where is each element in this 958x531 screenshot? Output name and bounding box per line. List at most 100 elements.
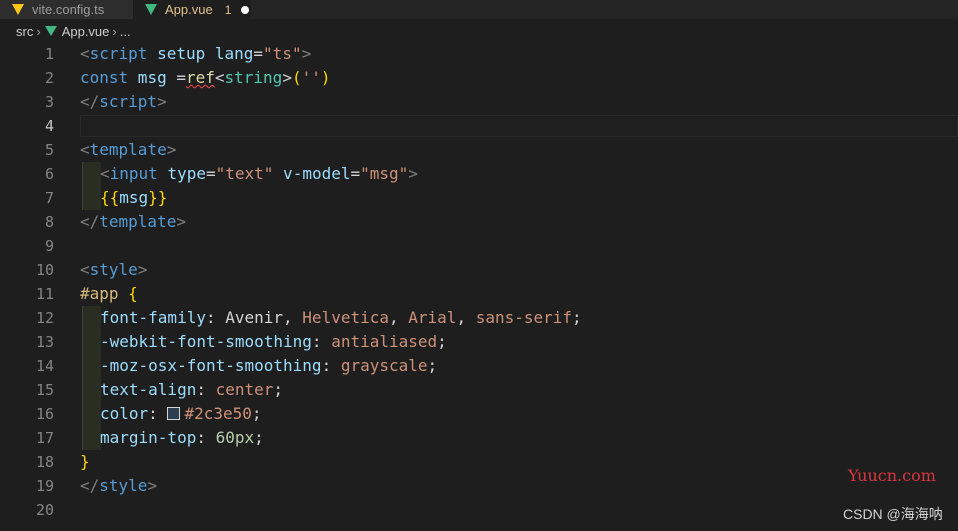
indent-guide: [82, 306, 101, 450]
unsaved-dot-icon[interactable]: [241, 5, 250, 14]
token: :: [205, 308, 226, 327]
code-line-14: -moz-osx-font-smoothing: grayscale;: [100, 354, 437, 378]
vite-icon: [12, 4, 24, 15]
token: >: [176, 212, 186, 231]
code-line-2: const msg =ref<string>(''): [80, 66, 331, 90]
token: ): [320, 68, 331, 87]
token: >: [282, 68, 292, 87]
token: <: [214, 68, 225, 87]
code-line-18: }: [80, 450, 90, 474]
token: grayscale: [340, 356, 428, 375]
token: style: [99, 476, 148, 495]
code-line-13: -webkit-font-smoothing: antialiased;: [100, 330, 447, 354]
token: >: [301, 44, 312, 63]
code-line-17: margin-top: 60px;: [100, 426, 264, 450]
token: input: [109, 164, 158, 183]
token: :: [148, 404, 168, 423]
code-line-16: color: #2c3e50;: [100, 402, 262, 426]
line-number: 11: [35, 285, 54, 303]
code-line-1: <script setup lang="ts">: [80, 42, 311, 66]
token: =: [166, 68, 186, 87]
token: "text": [215, 164, 274, 183]
token: type: [157, 164, 206, 183]
token: const: [80, 68, 129, 87]
token: :: [321, 356, 341, 375]
token: =: [350, 164, 361, 183]
token: ;: [572, 308, 582, 327]
code-line-5: <template>: [80, 138, 176, 162]
token: lang: [205, 44, 254, 63]
token: 60px: [215, 428, 255, 447]
token: -webkit-font-smoothing: [100, 332, 312, 351]
token: </: [80, 92, 100, 111]
token: :: [196, 380, 216, 399]
token: :: [311, 332, 332, 351]
token: :: [196, 428, 216, 447]
line-number: 1: [44, 45, 54, 63]
token: ;: [427, 356, 438, 375]
token: -moz-osx-font-smoothing: [100, 356, 322, 375]
token: <: [100, 164, 110, 183]
line-number: 4: [44, 117, 54, 135]
token: #app: [80, 284, 119, 303]
token: Helvetica: [302, 308, 389, 327]
watermark-site: Yuucn.com: [848, 466, 936, 485]
code-line-19: </style>: [80, 474, 157, 498]
token: >: [408, 164, 418, 183]
line-number: 13: [35, 333, 54, 351]
token: string: [224, 68, 283, 87]
breadcrumb-symbols[interactable]: ...: [120, 24, 131, 39]
token: Avenir: [225, 308, 284, 327]
vue-icon: [145, 4, 157, 15]
code-line-6: <input type="text" v-model="msg">: [100, 162, 418, 186]
vue-icon: [44, 26, 57, 36]
token: center: [215, 380, 274, 399]
watermark-credit: CSDN @海海呐: [843, 506, 943, 522]
token: <: [80, 140, 90, 159]
token: Arial: [408, 308, 457, 327]
code-line-3: </script>: [80, 90, 167, 114]
token: color: [100, 404, 149, 423]
token: (: [291, 68, 302, 87]
token: </: [80, 476, 100, 495]
token: style: [89, 260, 138, 279]
code-line-11: #app {: [80, 282, 138, 306]
tab-vite-config[interactable]: vite.config.ts: [0, 0, 133, 19]
indent-guide: [82, 162, 101, 210]
color-swatch-icon[interactable]: [167, 407, 181, 420]
token: v-model: [273, 164, 351, 183]
tab-app-vue[interactable]: App.vue 1: [133, 0, 251, 19]
token: #2c3e50: [184, 404, 252, 423]
code-line-8: </template>: [80, 210, 186, 234]
tab-label: App.vue: [165, 2, 213, 17]
token: =: [253, 44, 264, 63]
token: script: [99, 92, 158, 111]
problem-count-badge: 1: [224, 2, 232, 17]
line-number: 10: [35, 261, 54, 279]
line-number: 20: [35, 501, 54, 519]
token: =: [205, 164, 216, 183]
token: {{: [100, 188, 120, 207]
line-number: 9: [44, 237, 54, 255]
breadcrumb-file[interactable]: App.vue: [62, 24, 110, 39]
error-token[interactable]: ref: [186, 68, 215, 87]
line-number: 3: [44, 93, 54, 111]
breadcrumb-folder[interactable]: src: [16, 24, 33, 39]
token: msg: [128, 68, 167, 87]
token: "ts": [263, 44, 302, 63]
token: <: [80, 44, 90, 63]
breadcrumb: src › App.vue › ...: [0, 19, 958, 43]
line-number: 6: [44, 165, 54, 183]
code-editor[interactable]: 1 2 3 4 5 6 7 8 9 10 11 12 13 14 15 16 1…: [0, 42, 958, 531]
token: >: [137, 260, 148, 279]
token: template: [89, 140, 167, 159]
code-line-12: font-family: Avenir, Helvetica, Arial, s…: [100, 306, 582, 330]
tab-label: vite.config.ts: [32, 2, 105, 17]
line-number: 14: [35, 357, 54, 375]
line-number: 2: [44, 69, 54, 87]
token: }}: [148, 188, 168, 207]
line-number: 8: [44, 213, 54, 231]
line-number: 18: [35, 453, 54, 471]
chevron-right-icon: ›: [36, 23, 41, 39]
token: ;: [251, 404, 262, 423]
